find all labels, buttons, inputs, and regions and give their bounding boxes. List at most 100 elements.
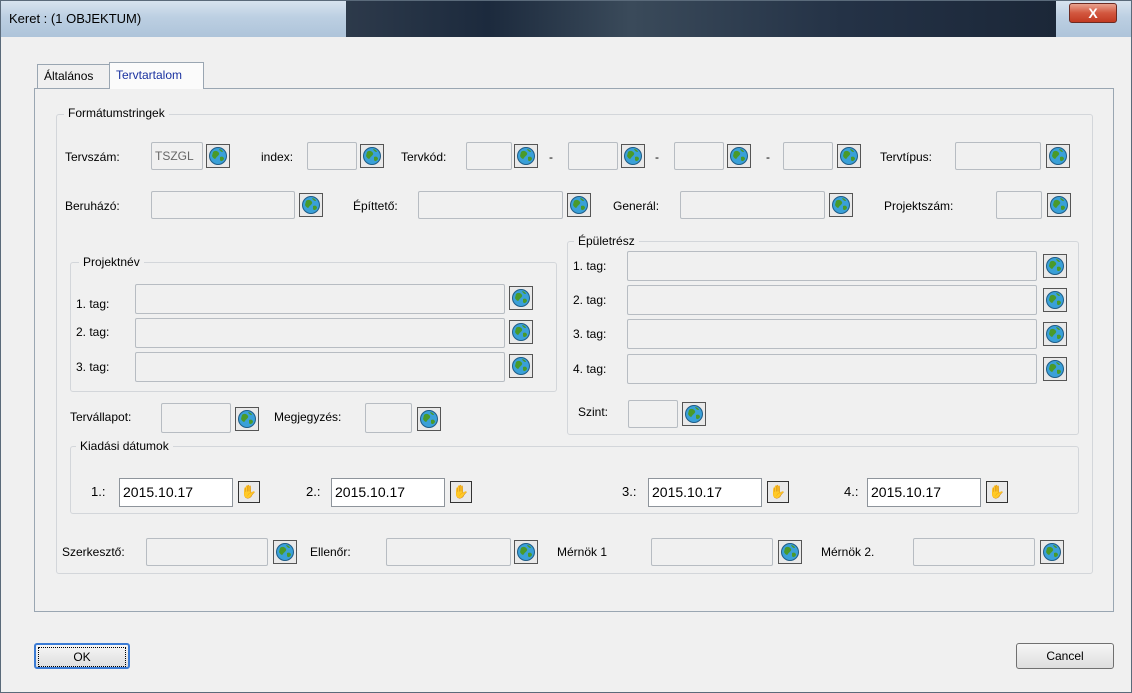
epitteto-globe-button[interactable]	[567, 193, 591, 217]
epuletresz-tag-4-field[interactable]	[627, 354, 1037, 384]
tervkod-dash-3: -	[766, 150, 770, 164]
epuletresz-tag-3-globe-button[interactable]	[1043, 322, 1067, 346]
date-4-label: 4.:	[844, 484, 859, 499]
globe-icon	[510, 287, 532, 309]
date-4-field[interactable]: 2015.10.17	[867, 478, 981, 507]
tervtipus-field[interactable]	[955, 142, 1041, 170]
epitteto-field[interactable]	[418, 191, 563, 219]
globe-icon	[236, 408, 258, 430]
tervkod-field-3[interactable]	[674, 142, 724, 170]
hand-icon: ✋	[988, 484, 1006, 499]
ellenor-label: Ellenőr:	[310, 545, 351, 559]
globe-icon	[1047, 145, 1069, 167]
beruhazo-globe-button[interactable]	[299, 193, 323, 217]
projektnev-tag-2-field[interactable]	[135, 318, 505, 348]
globe-icon	[515, 145, 537, 167]
projektnev-tag-1-globe-button[interactable]	[509, 286, 533, 310]
epuletresz-tag-2-field[interactable]	[627, 285, 1037, 315]
ellenor-field[interactable]	[386, 538, 511, 566]
projektszam-field[interactable]	[996, 191, 1042, 219]
globe-icon	[728, 145, 750, 167]
tervkod-2-globe-button[interactable]	[621, 144, 645, 168]
szint-label: Szint:	[578, 405, 609, 419]
globe-icon	[622, 145, 644, 167]
date-1-hand-button[interactable]: ✋	[238, 481, 260, 503]
globe-icon	[510, 321, 532, 343]
date-3-hand-button[interactable]: ✋	[767, 481, 789, 503]
hand-icon: ✋	[452, 484, 470, 499]
general-field[interactable]	[680, 191, 825, 219]
date-3-field[interactable]: 2015.10.17	[648, 478, 762, 507]
ellenor-globe-button[interactable]	[514, 540, 538, 564]
epuletresz-tag-3-field[interactable]	[627, 319, 1037, 349]
ok-button[interactable]: OK	[34, 643, 130, 669]
tervkod-dash-1: -	[549, 150, 553, 164]
date-4-hand-button[interactable]: ✋	[986, 481, 1008, 503]
tervszam-field[interactable]: TSZGL	[151, 142, 203, 170]
mernok1-label: Mérnök 1	[557, 545, 608, 559]
epuletresz-tag-1-label: 1. tag:	[573, 259, 607, 273]
date-1-label: 1.:	[91, 484, 106, 499]
megjegyzes-field[interactable]	[365, 403, 412, 433]
mernok1-globe-button[interactable]	[778, 540, 802, 564]
projektnev-tag-2-globe-button[interactable]	[509, 320, 533, 344]
date-1-field[interactable]: 2015.10.17	[119, 478, 233, 507]
tervallapot-globe-button[interactable]	[235, 407, 259, 431]
globe-icon	[1044, 289, 1066, 311]
tervszam-globe-button[interactable]	[206, 144, 230, 168]
tab-tervtartalom[interactable]: Tervtartalom	[109, 62, 204, 89]
tervtipus-label: Tervtípus:	[880, 150, 933, 164]
globe-icon	[361, 145, 383, 167]
beruhazo-field[interactable]	[151, 191, 295, 219]
globe-icon	[515, 541, 537, 563]
tervkod-dash-2: -	[655, 150, 659, 164]
hand-icon: ✋	[240, 484, 258, 499]
globe-icon	[1048, 194, 1070, 216]
epuletresz-tag-1-globe-button[interactable]	[1043, 254, 1067, 278]
globe-icon	[779, 541, 801, 563]
epuletresz-tag-4-globe-button[interactable]	[1043, 357, 1067, 381]
mernok1-field[interactable]	[651, 538, 773, 566]
tervallapot-label: Tervállapot:	[70, 410, 132, 424]
megjegyzes-globe-button[interactable]	[417, 407, 441, 431]
general-label: Generál:	[613, 199, 660, 213]
epuletresz-tag-1-field[interactable]	[627, 251, 1037, 281]
szint-globe-button[interactable]	[682, 402, 706, 426]
tab-altalanos[interactable]: Általános	[37, 64, 110, 88]
szint-field[interactable]	[628, 400, 678, 428]
tervkod-field-4[interactable]	[783, 142, 833, 170]
globe-icon	[1044, 255, 1066, 277]
title-bar: Keret : (1 OBJEKTUM) X	[1, 1, 1131, 37]
index-field[interactable]	[307, 142, 357, 170]
tervkod-label: Tervkód:	[401, 150, 447, 164]
index-globe-button[interactable]	[360, 144, 384, 168]
projektnev-group-title: Projektnév	[79, 255, 144, 269]
window-title: Keret : (1 OBJEKTUM)	[9, 11, 142, 26]
szerkeszto-label: Szerkesztő:	[62, 545, 125, 559]
tervkod-3-globe-button[interactable]	[727, 144, 751, 168]
mernok2-label: Mérnök 2.	[821, 545, 875, 559]
szerkeszto-globe-button[interactable]	[273, 540, 297, 564]
tervkod-field-1[interactable]	[466, 142, 512, 170]
mernok2-globe-button[interactable]	[1040, 540, 1064, 564]
general-globe-button[interactable]	[829, 193, 853, 217]
projektnev-tag-1-field[interactable]	[135, 284, 505, 314]
projektszam-globe-button[interactable]	[1047, 193, 1071, 217]
projektnev-tag-3-globe-button[interactable]	[509, 354, 533, 378]
tervkod-field-2[interactable]	[568, 142, 618, 170]
date-2-field[interactable]: 2015.10.17	[331, 478, 445, 507]
beruhazo-label: Beruházó:	[65, 199, 120, 213]
cancel-button[interactable]: Cancel	[1016, 643, 1114, 669]
tervkod-4-globe-button[interactable]	[837, 144, 861, 168]
epuletresz-tag-2-globe-button[interactable]	[1043, 288, 1067, 312]
index-label: index:	[261, 150, 294, 164]
tervallapot-field[interactable]	[161, 403, 231, 433]
tervkod-1-globe-button[interactable]	[514, 144, 538, 168]
mernok2-field[interactable]	[913, 538, 1035, 566]
projektnev-tag-3-field[interactable]	[135, 352, 505, 382]
epitteto-label: Építtető:	[353, 199, 398, 213]
tervtipus-globe-button[interactable]	[1046, 144, 1070, 168]
szerkeszto-field[interactable]	[146, 538, 268, 566]
date-2-hand-button[interactable]: ✋	[450, 481, 472, 503]
close-button[interactable]: X	[1069, 3, 1117, 23]
